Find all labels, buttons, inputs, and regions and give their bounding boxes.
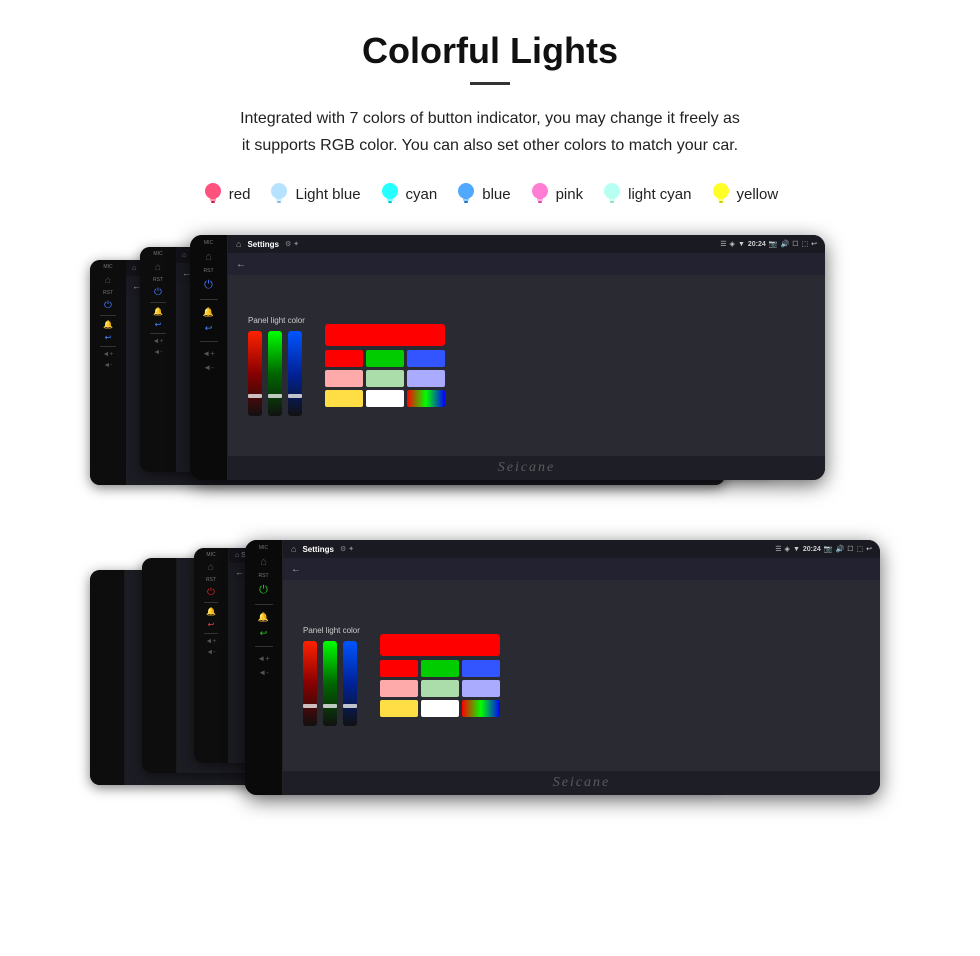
lightcyan-bulb-icon <box>601 181 623 207</box>
red-bulb-icon <box>202 181 224 207</box>
color-label-cyan: cyan <box>406 186 438 203</box>
page-title: Colorful Lights <box>40 30 940 72</box>
bottom-device-4-main: MIC ⌂ RST ⏻ 🔔 ↩ ◄+ ◄- <box>245 540 880 795</box>
title-section: Colorful Lights Integrated with 7 colors… <box>40 30 940 159</box>
pink-bulb-icon <box>529 181 551 207</box>
color-item-blue: blue <box>455 181 510 207</box>
top-devices-group: MIC ⌂ RST ⏻ 🔔 ↩ ◄+ ◄- ⌂ <box>90 235 890 505</box>
color-label-blue: blue <box>482 186 510 203</box>
color-item-cyan: cyan <box>379 181 438 207</box>
title-divider <box>470 82 510 85</box>
yellow-bulb-icon <box>710 181 732 207</box>
color-label-red: red <box>229 186 251 203</box>
cyan-bulb-icon <box>379 181 401 207</box>
page-container: Colorful Lights Integrated with 7 colors… <box>0 0 980 860</box>
blue-bulb-icon <box>455 181 477 207</box>
color-item-yellow: yellow <box>710 181 779 207</box>
bottom-devices-group: MIC ⌂ RST ⏻ 🔔 ↩ ◄+ ◄- ⌂ Set... <box>90 540 890 820</box>
groups-container: MIC ⌂ RST ⏻ 🔔 ↩ ◄+ ◄- ⌂ <box>40 235 940 820</box>
panel-light-label: Panel light color <box>248 316 305 325</box>
panel-light-label-bottom: Panel light color <box>303 626 360 635</box>
color-item-lightcyan: light cyan <box>601 181 691 207</box>
description-text: Integrated with 7 colors of button indic… <box>60 105 920 159</box>
watermark-bottom: Seicane <box>283 771 880 795</box>
color-label-lightcyan: light cyan <box>628 186 691 203</box>
color-item-red: red <box>202 181 251 207</box>
color-indicators-row: red Light blue cyan <box>40 181 940 207</box>
device-mockup-3-main: MIC ⌂ RST ⏻ 🔔 ↩ ◄+ ◄- <box>190 235 825 480</box>
color-item-lightblue: Light blue <box>268 181 360 207</box>
color-label-yellow: yellow <box>737 186 779 203</box>
color-item-pink: pink <box>529 181 584 207</box>
color-label-pink: pink <box>556 186 584 203</box>
watermark-top: Seicane <box>228 456 825 480</box>
color-label-lightblue: Light blue <box>295 186 360 203</box>
lightblue-bulb-icon <box>268 181 290 207</box>
